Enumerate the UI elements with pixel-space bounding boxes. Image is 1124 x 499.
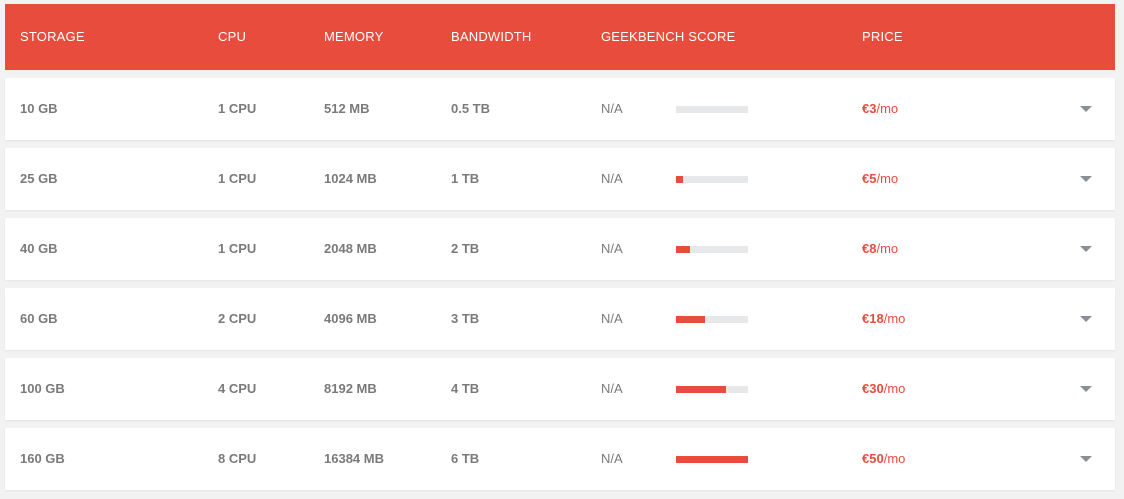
- chevron-down-icon[interactable]: [1080, 316, 1092, 322]
- price-unit: /mo: [883, 451, 906, 466]
- cell-price: €5/mo: [862, 148, 898, 210]
- price-amount: €8: [862, 241, 877, 256]
- cell-price: €18/mo: [862, 288, 905, 350]
- cell-bandwidth: 0.5 TB: [451, 101, 491, 116]
- cell-price: €50/mo: [862, 428, 905, 490]
- score-bar: [676, 176, 748, 183]
- chevron-down-icon[interactable]: [1080, 386, 1092, 392]
- cell-price: €3/mo: [862, 78, 898, 140]
- cell-storage: 25 GB: [20, 171, 58, 186]
- cell-cpu: 1 CPU: [218, 241, 257, 256]
- score-bar: [676, 456, 748, 463]
- table-row[interactable]: 60 GB 2 CPU 4096 MB 3 TB N/A €18/mo: [5, 288, 1115, 350]
- cell-cpu: 1 CPU: [218, 101, 257, 116]
- price-unit: /mo: [883, 311, 906, 326]
- price-amount: €18: [862, 311, 884, 326]
- cell-bandwidth: 2 TB: [451, 241, 480, 256]
- cell-cpu: 8 CPU: [218, 451, 257, 466]
- cell-memory: 512 MB: [324, 101, 370, 116]
- score-bar: [676, 106, 748, 113]
- header-cpu: CPU: [218, 29, 247, 44]
- chevron-down-icon[interactable]: [1080, 176, 1092, 182]
- price-amount: €30: [862, 381, 884, 396]
- price-amount: €3: [862, 101, 877, 116]
- table-row[interactable]: 25 GB 1 CPU 1024 MB 1 TB N/A €5/mo: [5, 148, 1115, 210]
- header-price: PRICE: [862, 29, 903, 44]
- cell-storage: 100 GB: [20, 381, 65, 396]
- score-bar-fill: [676, 456, 748, 463]
- cell-geekbench-score: N/A: [601, 241, 623, 256]
- table-header: STORAGE CPU MEMORY BANDWIDTH GEEKBENCH S…: [5, 4, 1115, 70]
- table-row[interactable]: 100 GB 4 CPU 8192 MB 4 TB N/A €30/mo: [5, 358, 1115, 420]
- table-row[interactable]: 10 GB 1 CPU 512 MB 0.5 TB N/A €3/mo: [5, 78, 1115, 140]
- cell-geekbench-score: N/A: [601, 101, 623, 116]
- header-geekbench-score: GEEKBENCH SCORE: [601, 29, 736, 44]
- cell-memory: 8192 MB: [324, 381, 377, 396]
- table-row[interactable]: 160 GB 8 CPU 16384 MB 6 TB N/A €50/mo: [5, 428, 1115, 490]
- cell-geekbench-score: N/A: [601, 451, 623, 466]
- price-unit: /mo: [876, 171, 899, 186]
- score-bar: [676, 246, 748, 253]
- cell-memory: 1024 MB: [324, 171, 377, 186]
- price-amount: €50: [862, 451, 884, 466]
- price-unit: /mo: [876, 101, 899, 116]
- pricing-table: STORAGE CPU MEMORY BANDWIDTH GEEKBENCH S…: [5, 4, 1115, 490]
- score-bar-fill: [676, 246, 691, 253]
- table-row[interactable]: 40 GB 1 CPU 2048 MB 2 TB N/A €8/mo: [5, 218, 1115, 280]
- cell-bandwidth: 3 TB: [451, 311, 480, 326]
- cell-cpu: 1 CPU: [218, 171, 257, 186]
- score-bar: [676, 386, 748, 393]
- cell-price: €30/mo: [862, 358, 905, 420]
- cell-bandwidth: 6 TB: [451, 451, 480, 466]
- cell-price: €8/mo: [862, 218, 898, 280]
- score-bar-fill: [676, 386, 727, 393]
- score-bar: [676, 316, 748, 323]
- cell-storage: 40 GB: [20, 241, 58, 256]
- cell-bandwidth: 1 TB: [451, 171, 480, 186]
- header-memory: MEMORY: [324, 29, 384, 44]
- chevron-down-icon[interactable]: [1080, 106, 1092, 112]
- cell-cpu: 4 CPU: [218, 381, 257, 396]
- cell-geekbench-score: N/A: [601, 381, 623, 396]
- cell-memory: 16384 MB: [324, 451, 384, 466]
- score-bar-fill: [676, 316, 705, 323]
- price-amount: €5: [862, 171, 877, 186]
- price-unit: /mo: [883, 381, 906, 396]
- cell-geekbench-score: N/A: [601, 171, 623, 186]
- cell-storage: 60 GB: [20, 311, 58, 326]
- cell-bandwidth: 4 TB: [451, 381, 480, 396]
- cell-cpu: 2 CPU: [218, 311, 257, 326]
- header-storage: STORAGE: [20, 29, 85, 44]
- chevron-down-icon[interactable]: [1080, 456, 1092, 462]
- score-bar-fill: [676, 176, 684, 183]
- price-unit: /mo: [876, 241, 899, 256]
- cell-memory: 4096 MB: [324, 311, 377, 326]
- cell-storage: 160 GB: [20, 451, 65, 466]
- cell-storage: 10 GB: [20, 101, 58, 116]
- chevron-down-icon[interactable]: [1080, 246, 1092, 252]
- cell-geekbench-score: N/A: [601, 311, 623, 326]
- header-bandwidth: BANDWIDTH: [451, 29, 532, 44]
- cell-memory: 2048 MB: [324, 241, 377, 256]
